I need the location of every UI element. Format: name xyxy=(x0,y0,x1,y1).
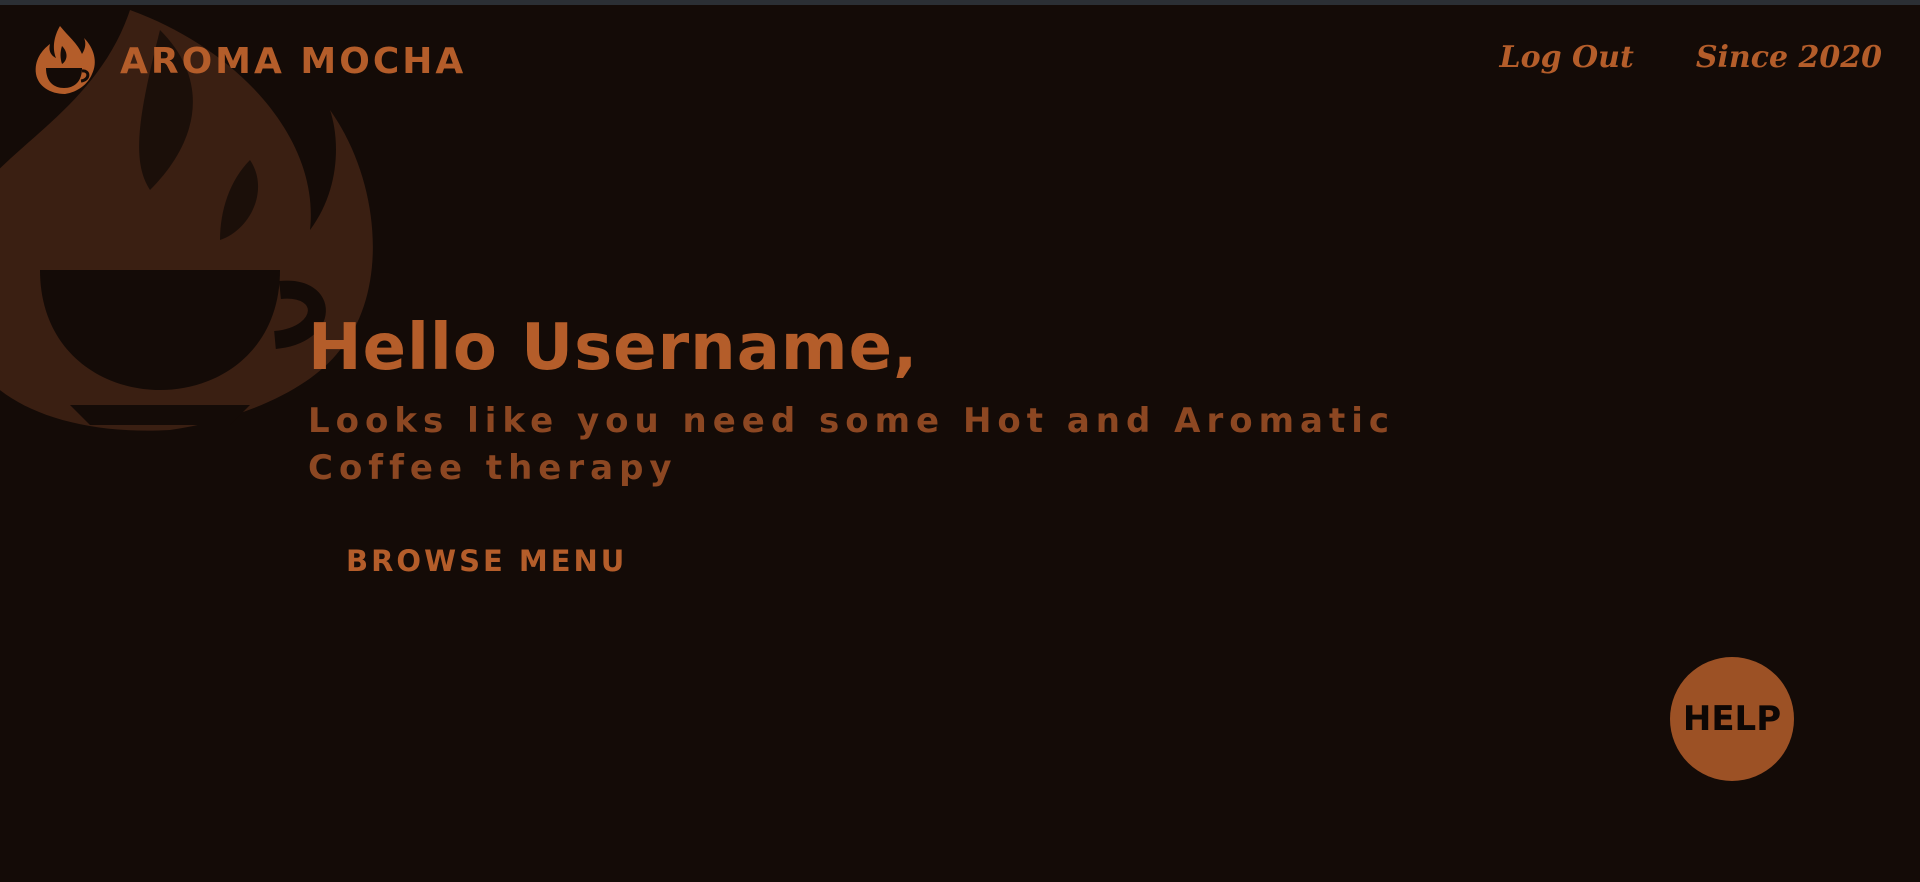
window-top-border xyxy=(0,0,1920,5)
brand-name: AROMA MOCHA xyxy=(120,40,467,82)
tagline: Looks like you need some Hot and Aromati… xyxy=(308,401,1396,488)
hero-section: Hello Username, Looks like you need some… xyxy=(308,310,1558,492)
logout-link[interactable]: Log Out xyxy=(1500,40,1634,75)
since-label: Since 2020 xyxy=(1695,40,1882,75)
greeting-heading: Hello Username, xyxy=(308,311,919,385)
flame-coffee-cup-icon xyxy=(35,26,95,94)
brand[interactable]: AROMA MOCHA xyxy=(32,24,466,98)
top-nav: Log Out Since 2020 xyxy=(1500,40,1883,75)
browse-menu-button[interactable]: BROWSE MENU xyxy=(346,544,627,578)
help-button[interactable]: HELP xyxy=(1670,657,1794,781)
